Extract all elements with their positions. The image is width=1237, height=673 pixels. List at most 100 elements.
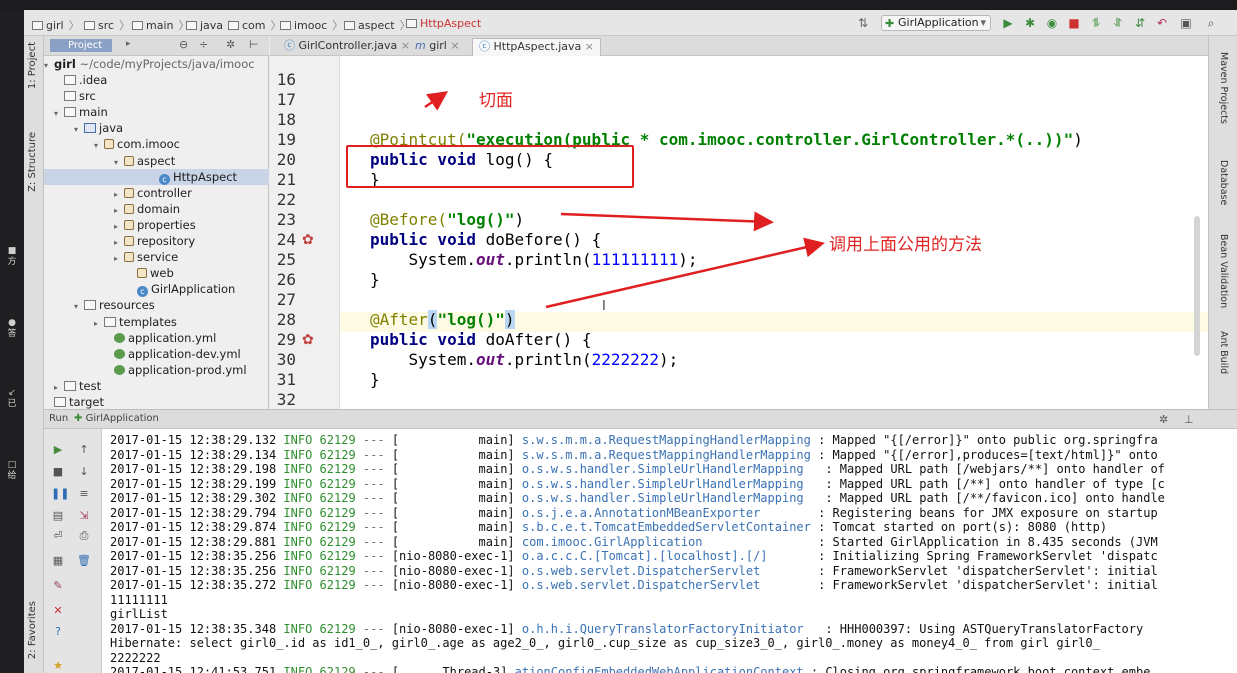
tree-item[interactable]: web <box>127 265 174 281</box>
print-icon[interactable]: ⎙ <box>77 529 91 543</box>
tree-item[interactable]: ▸ domain <box>114 201 180 217</box>
chevron-right-icon[interactable]: ▸ <box>114 251 124 267</box>
chevron-right-icon[interactable]: ▸ <box>94 316 104 332</box>
vcs-commit-icon[interactable]: ⥯ <box>1111 16 1125 30</box>
breadcrumb-item[interactable]: girl 〉 <box>32 17 80 33</box>
tree-item[interactable]: ▸ templates <box>94 314 177 330</box>
hide-panel-icon[interactable]: ⊢ <box>249 38 259 51</box>
sort-icon[interactable]: ⇅ <box>856 16 870 30</box>
close-icon[interactable]: × <box>585 40 594 53</box>
collapse-icon[interactable]: ÷ <box>199 38 208 51</box>
tree-item[interactable]: application-prod.yml <box>104 362 247 378</box>
gear-icon[interactable]: ✲ <box>1159 413 1168 426</box>
console-sep: --- <box>362 665 385 673</box>
tree-item[interactable]: ▾ resources <box>74 297 155 313</box>
yml-file-icon <box>114 348 125 359</box>
run-config-tab[interactable]: ✚ GirlApplication <box>74 413 159 424</box>
pin-icon[interactable]: ✎ <box>51 579 65 593</box>
breadcrumb-item[interactable]: HttpAspect <box>406 17 481 30</box>
tree-item[interactable]: ▾ com.imooc <box>94 136 180 152</box>
scroll-to-end-icon[interactable]: ⇲ <box>77 509 91 523</box>
tool-window-project[interactable]: 1: Project <box>27 42 38 89</box>
chevron-down-icon[interactable]: ▾ <box>54 106 64 122</box>
revert-icon[interactable]: ↶ <box>1155 16 1169 30</box>
up-arrow-icon[interactable]: ↑ <box>77 443 91 457</box>
tree-item-label: aspect <box>137 153 176 168</box>
tree-item[interactable]: ▸ service <box>114 249 178 265</box>
tab-girl-controller[interactable]: ⓒ GirlController.java × <box>278 38 416 56</box>
breadcrumb-item[interactable]: src 〉 <box>84 17 130 33</box>
help-icon[interactable]: ? <box>51 625 65 639</box>
tool-window-database[interactable]: Database <box>1218 160 1229 205</box>
tree-item[interactable]: ▸ properties <box>114 217 196 233</box>
console-log: o.s.j.e.a.AnnotationMBeanExporter <box>521 505 811 520</box>
exit-icon[interactable]: ⏎ <box>51 529 65 543</box>
rerun-icon[interactable]: ▶ <box>51 443 65 457</box>
chevron-down-icon[interactable]: ▾ <box>94 138 104 154</box>
soft-wrap-icon[interactable]: ≡ <box>77 487 91 501</box>
chevron-right-icon[interactable]: ▸ <box>126 39 131 49</box>
stop-run-icon[interactable]: ■ <box>51 465 65 479</box>
code-editor[interactable]: 16 17 18 19 20 21 22 23 24 25 26 27 28 29 30 31 32 @Poin… <box>270 56 1208 409</box>
tree-item[interactable]: c HttpAspect <box>44 168 269 185</box>
close-run-icon[interactable]: ✕ <box>51 604 65 618</box>
tree-item[interactable]: application-dev.yml <box>104 346 241 362</box>
tree-item[interactable]: c GirlApplication <box>127 281 235 298</box>
down-arrow-icon[interactable]: ↓ <box>77 465 91 479</box>
tool-window-maven[interactable]: Maven Projects <box>1218 52 1229 124</box>
tree-item[interactable]: .idea <box>54 72 107 88</box>
code-line-24: public void doBefore() { <box>370 230 602 249</box>
tool-window-bean-validation[interactable]: Bean Validation <box>1218 234 1229 308</box>
hide-panel-icon[interactable]: ⊥ <box>1184 413 1194 426</box>
tree-item-label: templates <box>119 314 177 329</box>
console-output[interactable]: 2017-01-15 12:38:29.132 INFO 62129 --- [… <box>102 429 1237 673</box>
tab-http-aspect[interactable]: ⓒ HttpAspect.java × <box>472 38 602 56</box>
project-view-tab[interactable]: Project <box>50 39 113 52</box>
tree-root[interactable]: ▾ girl ~/code/myProjects/java/imooc <box>44 56 255 72</box>
dump-threads-icon[interactable]: ▤ <box>51 509 65 523</box>
breadcrumb-item[interactable]: main 〉 <box>132 17 189 33</box>
vcs-update-icon[interactable]: ⥮ <box>1089 16 1103 30</box>
chevron-down-icon[interactable]: ▾ <box>74 299 84 315</box>
star-icon[interactable]: ★ <box>51 659 65 673</box>
stop-icon[interactable]: ■ <box>1067 16 1081 30</box>
tool-window-structure[interactable]: Z: Structure <box>27 132 38 192</box>
tree-item[interactable]: ▾ main <box>54 104 108 120</box>
close-icon[interactable]: × <box>450 39 459 52</box>
run-toolbar: ▶ ■ ❚❚ ▤ ⏎ ▦ ✎ ✕ ? ★ ↑ ↓ ≡ ⇲ ⎙ 🗑 <box>44 429 102 673</box>
tree-item[interactable]: ▸ test <box>54 378 101 394</box>
run-icon[interactable]: ▶ <box>1001 16 1015 30</box>
tab-girl[interactable]: m girl × <box>409 38 466 56</box>
clear-icon[interactable]: 🗑 <box>77 554 91 568</box>
debug-icon[interactable]: ✱ <box>1023 16 1037 30</box>
sync-icon[interactable]: ⊖ <box>179 38 188 51</box>
console-line: 11111111 <box>110 593 168 608</box>
pause-icon[interactable]: ❚❚ <box>51 487 69 501</box>
tree-item[interactable]: ▾ java <box>74 120 123 136</box>
tree-item[interactable]: ▾ aspect <box>114 153 175 169</box>
package-icon <box>124 155 134 166</box>
layout-icon[interactable]: ▦ <box>51 554 65 568</box>
gear-icon[interactable]: ✲ <box>226 38 235 51</box>
breadcrumb-item[interactable]: com 〉 <box>228 17 282 33</box>
vcs-compare-icon[interactable]: ⇵ <box>1133 16 1147 30</box>
advice-gutter-icon[interactable]: ✿ <box>302 232 314 248</box>
tree-item[interactable]: ▸ controller <box>114 185 192 201</box>
tool-window-favorites[interactable]: 2: Favorites <box>27 601 38 659</box>
run-config-select[interactable]: ✚ GirlApplication ▾ <box>881 15 991 31</box>
project-structure-icon[interactable]: ▣ <box>1179 16 1193 30</box>
console-lvl: INFO <box>283 621 313 636</box>
tree-item[interactable]: src <box>54 88 96 104</box>
advice-gutter-icon[interactable]: ✿ <box>302 332 314 348</box>
editor-scrollbar[interactable] <box>1194 216 1200 356</box>
tree-item[interactable]: application.yml <box>104 330 216 346</box>
tree-item[interactable]: target <box>44 394 104 410</box>
console-line: 2017-01-15 12:41:53.751 INFO 62129 --- [… <box>110 665 1150 673</box>
breadcrumb-item[interactable]: imooc 〉 <box>280 17 343 33</box>
tool-window-ant-build[interactable]: Ant Build <box>1218 331 1229 374</box>
tree-item[interactable]: ▸ repository <box>114 233 195 249</box>
coverage-icon[interactable]: ◉ <box>1045 16 1059 30</box>
search-icon[interactable]: ⌕ <box>1204 16 1218 30</box>
chevron-down-icon[interactable]: ▾ <box>74 122 84 138</box>
breadcrumb-item[interactable]: aspect〉 <box>344 17 411 33</box>
